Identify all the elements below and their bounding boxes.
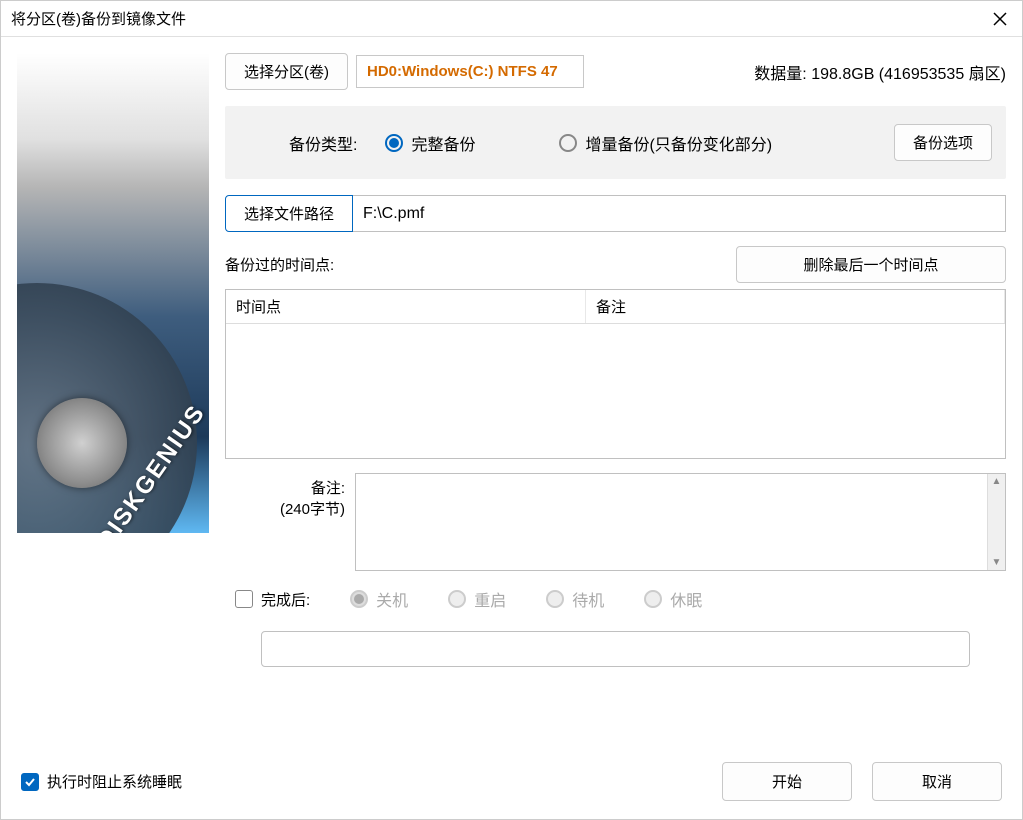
remark-label: 备注: (240字节) <box>225 473 345 571</box>
restart-radio: 重启 <box>448 587 506 611</box>
history-label: 备份过的时间点: <box>225 254 334 275</box>
data-amount-label: 数据量: 198.8GB (416953535 扇区) <box>754 60 1006 84</box>
remark-textarea[interactable] <box>356 474 987 570</box>
cancel-button[interactable]: 取消 <box>872 762 1002 801</box>
prevent-sleep-checkbox[interactable]: 执行时阻止系统睡眠 <box>21 771 182 792</box>
select-partition-button[interactable]: 选择分区(卷) <box>225 53 348 90</box>
scroll-up-icon: ▲ <box>990 474 1004 489</box>
backup-type-label: 备份类型: <box>289 131 357 155</box>
col-timepoint[interactable]: 时间点 <box>226 290 586 323</box>
after-done-row: 完成后: 关机 重启 待机 休眠 <box>225 587 1006 611</box>
after-done-checkbox[interactable]: 完成后: <box>235 589 310 610</box>
delete-last-point-button[interactable]: 删除最后一个时间点 <box>736 246 1006 283</box>
dialog-window: 将分区(卷)备份到镜像文件 DISKGENIUS 选择分区(卷) HD0:Win… <box>0 0 1023 820</box>
file-path-input[interactable] <box>353 195 1006 232</box>
close-icon <box>993 12 1007 26</box>
shutdown-radio: 关机 <box>350 587 408 611</box>
backup-options-button[interactable]: 备份选项 <box>894 124 992 161</box>
start-button[interactable]: 开始 <box>722 762 852 801</box>
progress-bar <box>261 631 970 667</box>
history-table: 时间点 备注 <box>225 289 1006 459</box>
select-file-path-button[interactable]: 选择文件路径 <box>225 195 353 232</box>
titlebar: 将分区(卷)备份到镜像文件 <box>1 1 1022 37</box>
full-backup-radio[interactable]: 完整备份 <box>385 131 475 155</box>
hibernate-radio: 休眠 <box>644 587 702 611</box>
check-icon <box>24 776 36 788</box>
file-path-row: 选择文件路径 <box>225 195 1006 232</box>
main-panel: 选择分区(卷) HD0:Windows(C:) NTFS 47 数据量: 198… <box>225 53 1006 732</box>
footer: 执行时阻止系统睡眠 开始 取消 <box>1 748 1022 819</box>
incremental-backup-radio[interactable]: 增量备份(只备份变化部分) <box>559 131 772 155</box>
history-header-row: 备份过的时间点: 删除最后一个时间点 <box>225 246 1006 283</box>
standby-radio: 待机 <box>546 587 604 611</box>
textarea-scrollbar[interactable]: ▲ ▼ <box>987 474 1005 570</box>
col-remark[interactable]: 备注 <box>586 290 1005 323</box>
backup-type-section: 备份类型: 完整备份 增量备份(只备份变化部分) 备份选项 <box>225 106 1006 179</box>
partition-info-display: HD0:Windows(C:) NTFS 47 <box>356 55 584 88</box>
close-button[interactable] <box>988 7 1012 31</box>
sidebar-graphic: DISKGENIUS <box>17 53 209 533</box>
window-title: 将分区(卷)备份到镜像文件 <box>11 8 186 29</box>
table-header: 时间点 备注 <box>226 290 1005 324</box>
partition-row: 选择分区(卷) HD0:Windows(C:) NTFS 47 数据量: 198… <box>225 53 1006 90</box>
scroll-down-icon: ▼ <box>990 555 1004 570</box>
footer-buttons: 开始 取消 <box>722 762 1002 801</box>
content-area: DISKGENIUS 选择分区(卷) HD0:Windows(C:) NTFS … <box>1 37 1022 748</box>
remark-row: 备注: (240字节) ▲ ▼ <box>225 473 1006 571</box>
